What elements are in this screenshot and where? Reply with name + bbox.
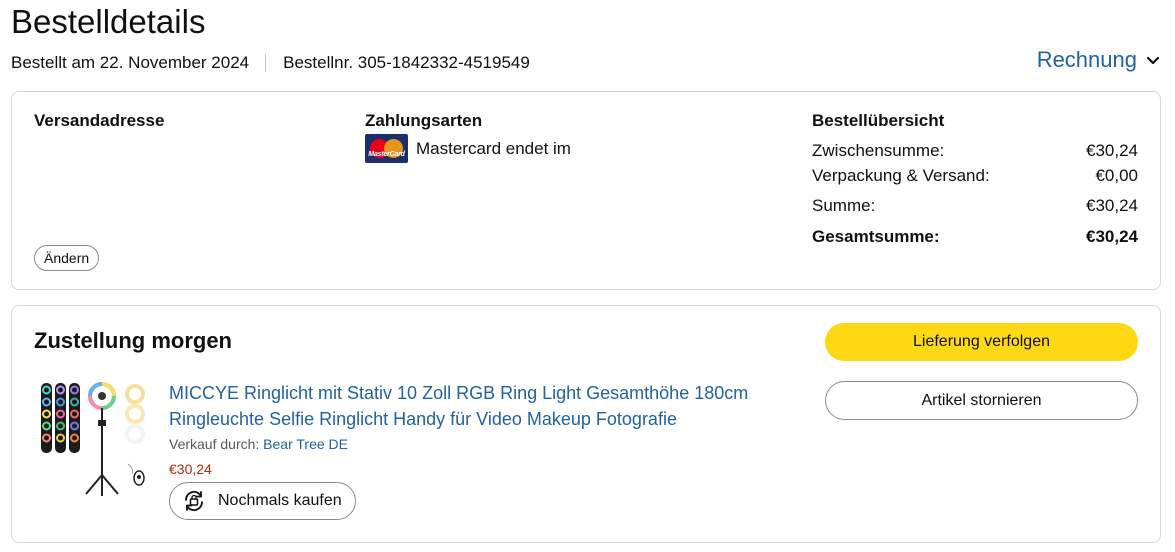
shipping-row: Verpackung & Versand: €0,00 bbox=[812, 165, 1138, 195]
subtotal-label: Zwischensumme: bbox=[812, 141, 945, 160]
grand-total-label: Gesamtsumme: bbox=[812, 227, 940, 246]
seller-line: Verkauf durch: Bear Tree DE bbox=[169, 434, 348, 454]
invoice-dropdown[interactable]: Rechnung bbox=[1037, 46, 1161, 74]
product-price: €30,24 bbox=[169, 461, 212, 477]
subtotal-value: €30,24 bbox=[1086, 141, 1138, 160]
product-title-link[interactable]: MICCYE Ringlicht mit Stativ 10 Zoll RGB … bbox=[169, 380, 769, 432]
order-totals: Zwischensumme: €30,24 Verpackung & Versa… bbox=[812, 140, 1138, 248]
delivery-card: Zustellung morgen Lieferung verfolgen Ar… bbox=[11, 305, 1161, 543]
payment-method-label: Mastercard endet im bbox=[416, 138, 571, 158]
product-image[interactable] bbox=[38, 380, 152, 498]
sum-label: Summe: bbox=[812, 196, 876, 215]
order-number: Bestellnr. 305-1842332-4519549 bbox=[283, 53, 530, 72]
seller-prefix: Verkauf durch: bbox=[169, 436, 260, 452]
order-date: Bestellt am 22. November 2024 bbox=[11, 53, 250, 72]
invoice-label: Rechnung bbox=[1036, 47, 1137, 72]
grand-total-row: Gesamtsumme: €30,24 bbox=[812, 226, 1138, 248]
order-summary-card: Versandadresse Ändern Zahlungsarten Mast… bbox=[11, 91, 1161, 290]
meta-divider bbox=[265, 54, 267, 72]
payment-methods-heading: Zahlungsarten bbox=[365, 111, 483, 130]
track-delivery-button[interactable]: Lieferung verfolgen bbox=[825, 323, 1138, 361]
seller-link[interactable]: Bear Tree DE bbox=[263, 436, 348, 452]
delivery-status-heading: Zustellung morgen bbox=[34, 328, 232, 353]
buy-again-label: Nochmals kaufen bbox=[218, 492, 342, 509]
chevron-down-icon bbox=[1146, 56, 1160, 65]
shipping-label: Verpackung & Versand: bbox=[812, 166, 990, 185]
grand-total-value: €30,24 bbox=[1086, 227, 1138, 246]
order-overview-heading: Bestellübersicht bbox=[812, 111, 945, 130]
cancel-item-button[interactable]: Artikel stornieren bbox=[825, 381, 1138, 420]
order-meta: Bestellt am 22. November 2024 Bestellnr.… bbox=[11, 52, 530, 74]
subtotal-row: Zwischensumme: €30,24 bbox=[812, 140, 1138, 165]
buy-again-icon bbox=[185, 490, 203, 512]
sum-row: Summe: €30,24 bbox=[812, 195, 1138, 226]
buy-again-button[interactable]: Nochmals kaufen bbox=[169, 482, 356, 520]
shipping-address-heading: Versandadresse bbox=[34, 111, 165, 130]
page-title: Bestelldetails bbox=[11, 3, 206, 40]
sum-value: €30,24 bbox=[1086, 196, 1138, 215]
change-address-button[interactable]: Ändern bbox=[34, 245, 100, 271]
mastercard-logo-icon: MasterCard bbox=[365, 134, 408, 163]
payment-method: MasterCard Mastercard endet im bbox=[365, 134, 571, 163]
shipping-value: €0,00 bbox=[1095, 166, 1138, 185]
